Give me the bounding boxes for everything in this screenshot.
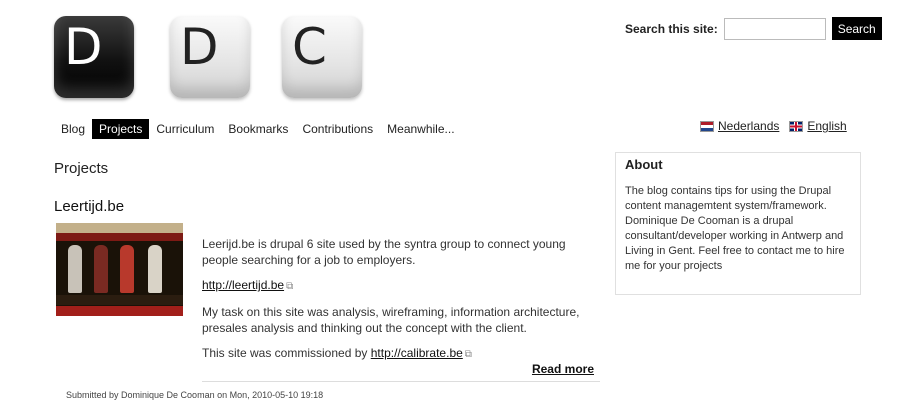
node-paragraph-intro: Leerijd.be is drupal 6 site used by the … [202, 237, 566, 267]
nav-item-meanwhile[interactable]: Meanwhile... [380, 119, 461, 139]
thumbnail-person [68, 245, 82, 293]
language-label: English [807, 119, 847, 133]
thumbnail-person [94, 245, 108, 293]
thumbnail-header [56, 223, 183, 233]
uk-flag-icon [789, 120, 804, 132]
page-title: Projects [54, 160, 109, 177]
search-form: Search this site: Search [625, 17, 882, 40]
about-text: The blog contains tips for using the Dru… [625, 185, 845, 272]
thumbnail-person [148, 245, 162, 293]
commissioned-text: This site was commissioned by [202, 346, 371, 360]
thumbnail-person [120, 245, 134, 293]
nav-item-projects[interactable]: Projects [92, 119, 150, 139]
about-title: About [625, 157, 663, 172]
node-paragraph-commissioned: This site was commissioned by http://cal… [202, 345, 602, 363]
client-link[interactable]: http://calibrate.be [371, 346, 463, 360]
logo-key-d-light: D [170, 16, 250, 98]
nav-item-contributions[interactable]: Contributions [295, 119, 380, 139]
nav-item-curriculum[interactable]: Curriculum [149, 119, 221, 139]
project-link[interactable]: http://leertijd.be [202, 278, 284, 292]
node-body: Leerijd.be is drupal 6 site used by the … [202, 236, 602, 372]
search-label: Search this site: [625, 21, 718, 36]
external-link-icon: ⧉ [286, 281, 294, 292]
language-link-english[interactable]: English [789, 119, 847, 133]
site-logo[interactable]: D D C [54, 16, 364, 100]
about-block: About The blog contains tips for using t… [615, 152, 861, 295]
language-switcher: Nederlands English [700, 119, 857, 133]
primary-nav: Blog Projects Curriculum Bookmarks Contr… [54, 119, 462, 139]
read-more: Read more [532, 362, 594, 376]
logo-key-d-dark: D [54, 16, 134, 98]
language-link-nederlands[interactable]: Nederlands [700, 119, 779, 133]
node-title-link[interactable]: Leertijd.be [54, 198, 124, 215]
nav-item-bookmarks[interactable]: Bookmarks [221, 119, 295, 139]
logo-key-c-light: C [282, 16, 362, 98]
thumbnail-menu-bar [56, 233, 183, 241]
node-title: Leertijd.be [54, 198, 124, 215]
thumbnail-floor [56, 295, 183, 305]
search-button[interactable]: Search [831, 17, 882, 40]
nav-item-blog[interactable]: Blog [54, 119, 92, 139]
search-input[interactable] [723, 17, 826, 40]
submitted-info: Submitted by Dominique De Cooman on Mon,… [66, 390, 324, 400]
node-paragraph-task: My task on this site was analysis, wiref… [202, 305, 580, 335]
thumbnail-footer [56, 306, 183, 316]
external-link-icon: ⧉ [464, 349, 472, 360]
node-paragraph-link: http://leertijd.be ⧉ [202, 277, 602, 295]
project-thumbnail[interactable] [56, 223, 183, 316]
node-divider [202, 381, 600, 382]
read-more-link[interactable]: Read more [532, 362, 594, 376]
language-label: Nederlands [718, 119, 780, 133]
nl-flag-icon [700, 120, 714, 132]
